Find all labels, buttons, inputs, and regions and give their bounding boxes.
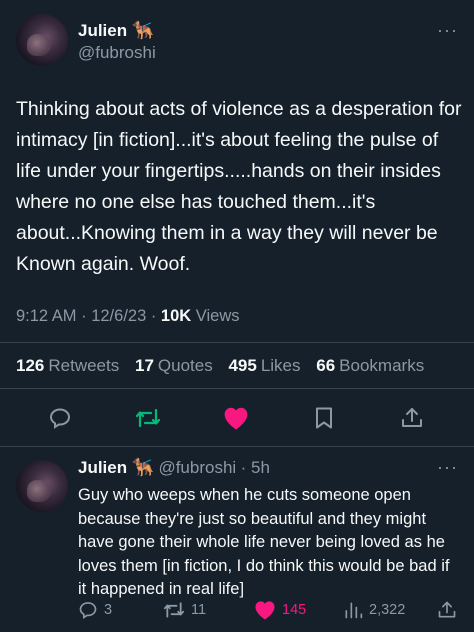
bar-chart-icon bbox=[345, 602, 363, 619]
tweet-text: Thinking about acts of violence as a des… bbox=[16, 98, 462, 275]
retweets-stat[interactable]: 126 Retweets bbox=[16, 356, 119, 375]
retweet-button[interactable] bbox=[132, 402, 164, 434]
bookmark-icon bbox=[316, 407, 332, 429]
reply-icon bbox=[49, 408, 71, 429]
quotes-stat[interactable]: 17 Quotes bbox=[135, 356, 213, 375]
reply-icon bbox=[79, 602, 97, 620]
heart-icon bbox=[224, 407, 248, 430]
author-name-row[interactable]: Julien 🐕‍🦺 bbox=[78, 20, 154, 41]
views-count: 10K bbox=[160, 307, 192, 325]
like-button[interactable] bbox=[220, 402, 252, 434]
heart-icon bbox=[255, 601, 275, 620]
service-dog-emoji: 🐕‍🦺 bbox=[131, 457, 154, 477]
reply-views-count: 2,322 bbox=[369, 602, 406, 618]
reply-like-button[interactable]: 145 bbox=[254, 600, 306, 620]
share-button[interactable] bbox=[396, 402, 428, 434]
reply-retweets-count: 11 bbox=[191, 602, 207, 618]
reply-header: Julien 🐕‍🦺 @fubroshi · 5h bbox=[78, 457, 270, 478]
reply-author-name[interactable]: Julien bbox=[78, 458, 127, 477]
engagement-stats: 126 Retweets 17 Quotes 495 Likes 66 Bookmark… bbox=[16, 356, 424, 376]
reply-author-handle: @fubroshi bbox=[158, 458, 237, 477]
reply-time[interactable]: · 5h bbox=[241, 458, 270, 477]
reply-button[interactable] bbox=[44, 402, 76, 434]
service-dog-emoji: 🐕‍🦺 bbox=[131, 20, 154, 40]
author-handle: @fubroshi bbox=[78, 43, 156, 62]
author-name: Julien bbox=[78, 21, 128, 40]
divider bbox=[0, 388, 474, 389]
views-label: Views bbox=[195, 307, 240, 325]
reply-share-button[interactable] bbox=[437, 600, 463, 620]
reply-reply-button[interactable]: 3 bbox=[78, 600, 112, 620]
reply-replies-count: 3 bbox=[104, 602, 113, 618]
tweet-timestamp[interactable]: 9:12 AM · 12/6/23 · bbox=[16, 307, 161, 325]
reply-retweet-button[interactable]: 11 bbox=[163, 600, 206, 620]
bookmark-button[interactable] bbox=[308, 402, 340, 434]
share-icon bbox=[438, 601, 456, 618]
divider bbox=[0, 342, 474, 343]
likes-stat[interactable]: 495 Likes bbox=[228, 356, 300, 375]
retweet-icon bbox=[135, 408, 161, 428]
share-icon bbox=[402, 408, 422, 427]
reply-likes-count: 145 bbox=[282, 602, 307, 618]
author-avatar[interactable] bbox=[16, 14, 68, 66]
bookmarks-stat[interactable]: 66 Bookmarks bbox=[316, 356, 424, 375]
reply-views-button[interactable]: 2,322 bbox=[343, 600, 405, 620]
reply-author-avatar[interactable] bbox=[16, 460, 68, 512]
divider bbox=[0, 446, 474, 447]
reply-text: Guy who weeps when he cuts someone open … bbox=[78, 486, 450, 598]
more-options-icon[interactable]: ··· bbox=[437, 20, 458, 41]
retweet-icon bbox=[163, 602, 185, 618]
tweet-meta: 9:12 AM · 12/6/23 · 10K Views bbox=[16, 307, 240, 326]
reply-more-options-icon[interactable]: ··· bbox=[437, 457, 458, 478]
